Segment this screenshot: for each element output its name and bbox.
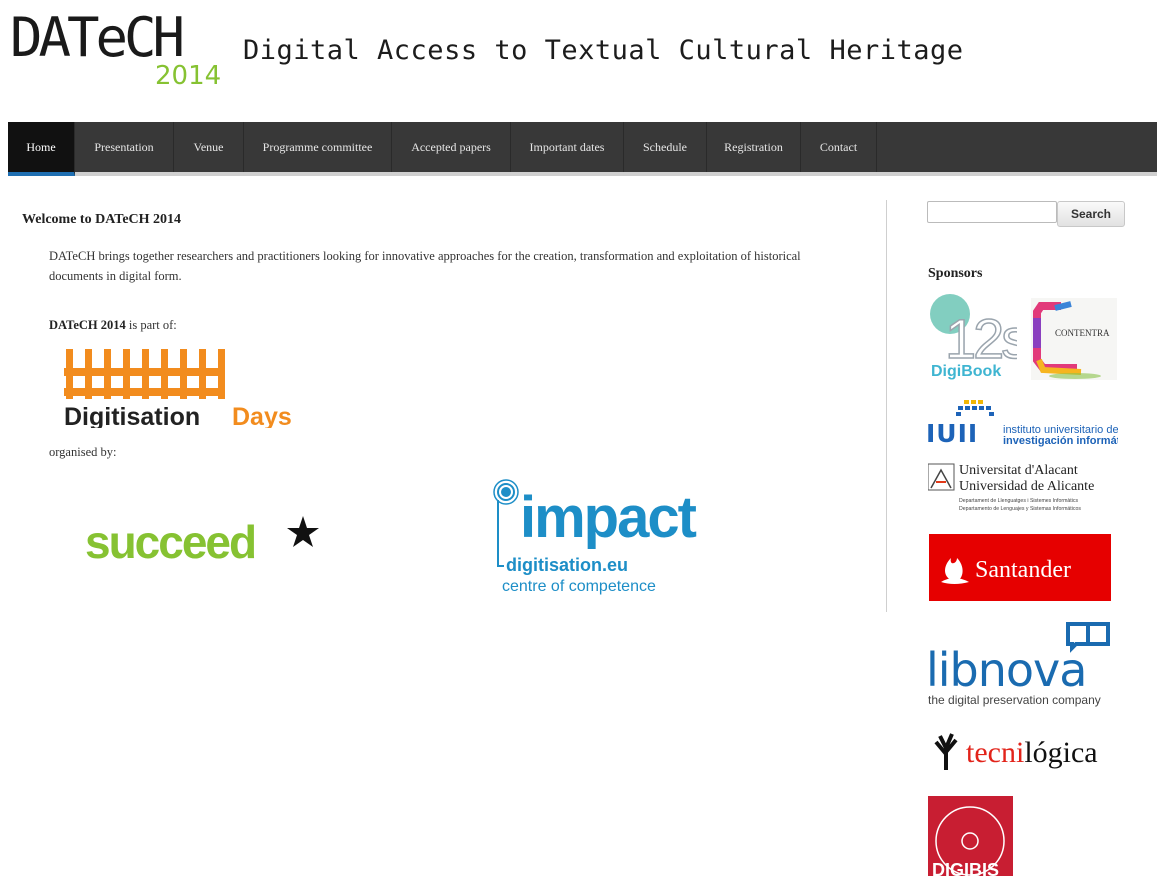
site-subtitle: Digital Access to Textual Cultural Herit… [243, 35, 964, 66]
succeed-text: succeed [85, 516, 255, 564]
contentra-text: CONTENTRA [1055, 328, 1110, 338]
impact-text: impact [520, 485, 697, 550]
nav-registration[interactable]: Registration [707, 122, 801, 172]
page-title: Welcome to DATeCH 2014 [22, 212, 182, 227]
datech-logo[interactable]: DATeCH 2014 [10, 8, 238, 88]
search-input[interactable] [927, 201, 1057, 223]
sponsor-ua-logo[interactable]: Universitat d'Alacant Universidad de Ali… [928, 460, 1118, 516]
nav-home[interactable]: Home [8, 122, 75, 176]
nav-venue[interactable]: Venue [174, 122, 244, 172]
digibook-mark: 12s [945, 307, 1017, 370]
organised-by-text: organised by: [49, 445, 117, 459]
ua-line1: Universitat d'Alacant [959, 463, 1078, 478]
sponsor-digibook-logo[interactable]: 12s DigiBook [925, 292, 1017, 380]
sponsor-contentra-logo[interactable]: CONTENTRA [1031, 298, 1117, 380]
dd-text-1: Digitisation [64, 403, 200, 428]
libnova-tag: the digital preservation company [928, 693, 1101, 707]
nav-contact[interactable]: Contact [801, 122, 877, 172]
site-header: DATeCH 2014 Digital Access to Textual Cu… [10, 8, 1010, 88]
impact-sub2: centre of competence [502, 578, 656, 595]
logo-text: DATeCH [10, 8, 182, 69]
santander-text: Santander [975, 557, 1071, 583]
sponsor-digibis-logo[interactable]: DIGIBIS [928, 796, 1013, 876]
nav-schedule[interactable]: Schedule [624, 122, 707, 172]
main-nav: Home Presentation Venue Programme commit… [8, 122, 1157, 176]
nav-presentation[interactable]: Presentation [75, 122, 174, 172]
star-icon [287, 516, 319, 547]
digibis-text: DIGIBIS [932, 860, 999, 876]
sponsor-iuii-logo[interactable]: IUII instituto universitario de investig… [926, 398, 1118, 448]
part-of-text: DATeCH 2014 is part of: [49, 318, 177, 333]
part-of-bold: DATeCH 2014 [49, 318, 126, 332]
nav-programme-committee[interactable]: Programme committee [244, 122, 392, 172]
digitisation-days-logo[interactable]: Digitisation Days [64, 346, 299, 428]
ua-line2: Universidad de Alicante [959, 479, 1094, 494]
dd-text-2: Days [232, 403, 292, 428]
tecnilogica-text: tecnilógica [966, 736, 1098, 769]
sponsors-heading: Sponsors [928, 266, 983, 281]
impact-logo[interactable]: impact digitisation.eu centre of compete… [480, 474, 710, 596]
digibook-name: DigiBook [931, 363, 1001, 380]
iuii-acronym: IUII [926, 419, 978, 448]
iuii-line2: investigación informática [1003, 435, 1118, 447]
logo-year: 2014 [155, 61, 221, 88]
sponsor-tecnilogica-logo[interactable]: tecnilógica [930, 730, 1130, 774]
ua-line4: Departamento de Lenguajes y Sistemas Inf… [959, 506, 1081, 512]
search-button[interactable]: Search [1057, 201, 1125, 227]
libnova-text: libnova [926, 643, 1086, 697]
tree-icon [934, 733, 958, 770]
part-of-rest: is part of: [125, 318, 177, 332]
impact-sub1: digitisation.eu [506, 555, 628, 575]
sponsor-libnova-logo[interactable]: libnova the digital preservation company [926, 620, 1118, 710]
nav-important-dates[interactable]: Important dates [511, 122, 624, 172]
sidebar-divider [886, 200, 887, 612]
ua-line3: Departament de Llenguatges i Sistemes In… [959, 498, 1078, 504]
nav-accepted-papers[interactable]: Accepted papers [392, 122, 511, 172]
intro-paragraph: DATeCH brings together researchers and p… [49, 249, 801, 283]
succeed-logo[interactable]: succeed [85, 508, 320, 564]
sponsor-santander-logo[interactable]: Santander [929, 534, 1111, 601]
